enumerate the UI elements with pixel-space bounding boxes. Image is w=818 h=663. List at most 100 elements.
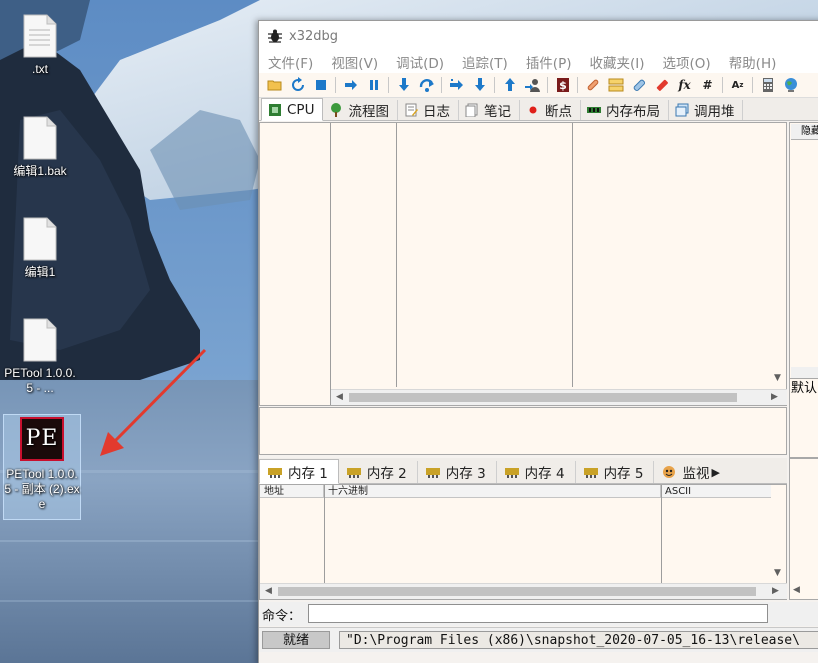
run-icon[interactable] bbox=[343, 77, 359, 93]
stack-view[interactable]: ◀ bbox=[789, 458, 818, 600]
document-icon bbox=[23, 14, 57, 58]
tab-cpu[interactable]: CPU bbox=[261, 98, 324, 121]
svg-text:$: $ bbox=[559, 79, 567, 92]
open-icon[interactable] bbox=[267, 77, 283, 93]
toolbar-separator bbox=[335, 77, 336, 93]
label-icon[interactable] bbox=[631, 77, 647, 93]
tab-label: 内存布局 bbox=[605, 104, 660, 120]
tab-dump-5[interactable]: 内存 5 bbox=[576, 461, 655, 483]
tab-label: 流程图 bbox=[348, 104, 389, 120]
title-bar[interactable]: x32dbg bbox=[259, 21, 818, 51]
tab-label: 调用堆 bbox=[693, 104, 735, 120]
trace-into-icon[interactable] bbox=[449, 77, 465, 93]
hash-icon[interactable]: # bbox=[700, 77, 716, 93]
toolbar-separator bbox=[441, 77, 442, 93]
pause-icon[interactable] bbox=[366, 77, 382, 93]
scroll-right-arrow[interactable]: ▶ bbox=[772, 586, 779, 596]
patch-icon[interactable] bbox=[585, 77, 601, 93]
menu-view[interactable]: 视图(V) bbox=[322, 52, 387, 72]
desktop: .txt 编辑1.bak 编辑1 PETool 1.0.0.5 - ... PE… bbox=[0, 0, 818, 663]
memory-dump-view[interactable]: 地址 十六进制 ASCII ▼ ◀ ▶ bbox=[259, 484, 787, 600]
menu-help[interactable]: 帮助(H) bbox=[720, 52, 786, 72]
scroll-right-arrow[interactable]: ▶ bbox=[771, 392, 778, 402]
scrollbar-thumb[interactable] bbox=[278, 587, 756, 596]
scroll-left-arrow[interactable]: ◀ bbox=[265, 586, 272, 596]
tab-log[interactable]: 日志 bbox=[398, 100, 459, 120]
run-to-user-code-icon[interactable] bbox=[524, 77, 541, 93]
script-icon[interactable]: $ bbox=[555, 77, 571, 93]
execute-till-return-icon[interactable] bbox=[502, 77, 518, 93]
tab-label: 日志 bbox=[422, 104, 450, 120]
trace-over-icon[interactable] bbox=[472, 77, 488, 93]
column-header-hex[interactable]: 十六进制 bbox=[324, 485, 661, 498]
column-header-address[interactable]: 地址 bbox=[260, 485, 324, 498]
step-into-icon[interactable] bbox=[396, 77, 412, 93]
function-icon[interactable]: fx bbox=[677, 77, 693, 93]
info-view bbox=[259, 407, 787, 455]
tab-scroll-right-icon[interactable]: ▶ bbox=[711, 466, 719, 479]
bookmark-icon[interactable] bbox=[654, 77, 670, 93]
tab-dump-4[interactable]: 内存 4 bbox=[497, 461, 576, 483]
font-size-icon[interactable]: Az bbox=[730, 77, 746, 93]
horizontal-scrollbar[interactable]: ◀ ▶ bbox=[260, 583, 787, 599]
command-input[interactable] bbox=[308, 604, 768, 623]
memory-icon bbox=[504, 468, 519, 478]
column-header-ascii[interactable]: ASCII bbox=[661, 485, 771, 498]
tab-call-stack[interactable]: 调用堆 bbox=[669, 100, 744, 120]
tab-watch[interactable]: 监视 ▶ bbox=[654, 461, 721, 483]
scroll-down-arrow[interactable]: ▼ bbox=[774, 373, 781, 383]
call-convention-view[interactable]: 默认 bbox=[789, 378, 818, 458]
tab-breakpoints[interactable]: 断点 bbox=[520, 100, 581, 120]
desktop-icon-bak[interactable]: 编辑1.bak bbox=[2, 116, 78, 179]
desktop-icon-label: PETool 1.0.0.5 - ... bbox=[4, 366, 76, 395]
desktop-icon-txt[interactable]: .txt bbox=[2, 14, 78, 77]
tab-notes[interactable]: 笔记 bbox=[459, 100, 520, 120]
window-title: x32dbg bbox=[289, 28, 338, 44]
scroll-left-arrow[interactable]: ◀ bbox=[336, 392, 343, 402]
main-tab-bar: CPU 流程图 日志 笔记 断点 内存布局 调用堆 bbox=[259, 98, 818, 121]
memory-icon bbox=[425, 468, 440, 478]
toolbar-separator bbox=[388, 77, 389, 93]
tab-label: 内存 1 bbox=[288, 465, 328, 482]
restart-icon[interactable] bbox=[290, 77, 306, 93]
desktop-icon-label: 编辑1 bbox=[24, 265, 56, 279]
document-icon bbox=[23, 318, 57, 362]
tab-memory-map[interactable]: 内存布局 bbox=[581, 100, 669, 120]
scroll-left-arrow[interactable]: ◀ bbox=[793, 585, 800, 595]
globe-icon[interactable] bbox=[783, 77, 799, 93]
watch-icon bbox=[663, 466, 676, 478]
vertical-scrollbar[interactable]: ▼ bbox=[770, 123, 786, 389]
calculator-icon[interactable] bbox=[760, 77, 776, 93]
scroll-down-arrow[interactable]: ▼ bbox=[774, 568, 781, 578]
toolbar-separator bbox=[722, 77, 723, 93]
tab-graph[interactable]: 流程图 bbox=[323, 100, 398, 120]
desktop-icon-edit1[interactable]: 编辑1 bbox=[2, 217, 78, 280]
document-icon bbox=[23, 116, 57, 160]
memory-icon bbox=[268, 467, 282, 478]
disassembly-view[interactable]: ▼ ◀ ▶ bbox=[259, 122, 787, 406]
toolbar-separator bbox=[547, 77, 548, 93]
desktop-icon-petool[interactable]: PETool 1.0.0.5 - ... bbox=[2, 318, 78, 396]
registers-view[interactable]: 隐藏 bbox=[789, 122, 818, 382]
tab-dump-1[interactable]: 内存 1 bbox=[259, 459, 339, 484]
vertical-scrollbar[interactable]: ▼ bbox=[770, 498, 786, 583]
stop-icon[interactable] bbox=[313, 77, 329, 93]
status-bar: 就绪 "D:\Program Files (x86)\snapshot_2020… bbox=[259, 627, 818, 652]
menu-debug[interactable]: 调试(D) bbox=[387, 52, 453, 72]
tab-dump-3[interactable]: 内存 3 bbox=[418, 461, 497, 483]
desktop-icon-label: 编辑1.bak bbox=[13, 164, 67, 178]
tab-dump-2[interactable]: 内存 2 bbox=[339, 461, 418, 483]
step-over-icon[interactable] bbox=[419, 77, 435, 93]
menu-trace[interactable]: 追踪(T) bbox=[453, 52, 517, 72]
menu-plugins[interactable]: 插件(P) bbox=[517, 52, 581, 72]
default-calling-convention[interactable]: 默认 bbox=[791, 380, 817, 398]
comment-icon[interactable] bbox=[608, 77, 624, 93]
menu-options[interactable]: 选项(O) bbox=[654, 52, 720, 72]
menu-favourites[interactable]: 收藏夹(I) bbox=[581, 52, 654, 72]
menu-file[interactable]: 文件(F) bbox=[259, 52, 322, 72]
hide-fpu-button[interactable]: 隐藏 bbox=[791, 124, 818, 140]
desktop-icon-petool-exe[interactable]: PE PETool 1.0.0.5 - 副本 (2).exe bbox=[3, 414, 81, 520]
horizontal-scrollbar[interactable]: ◀ ▶ bbox=[331, 389, 787, 405]
scrollbar-thumb[interactable] bbox=[349, 393, 737, 402]
document-icon bbox=[23, 217, 57, 261]
